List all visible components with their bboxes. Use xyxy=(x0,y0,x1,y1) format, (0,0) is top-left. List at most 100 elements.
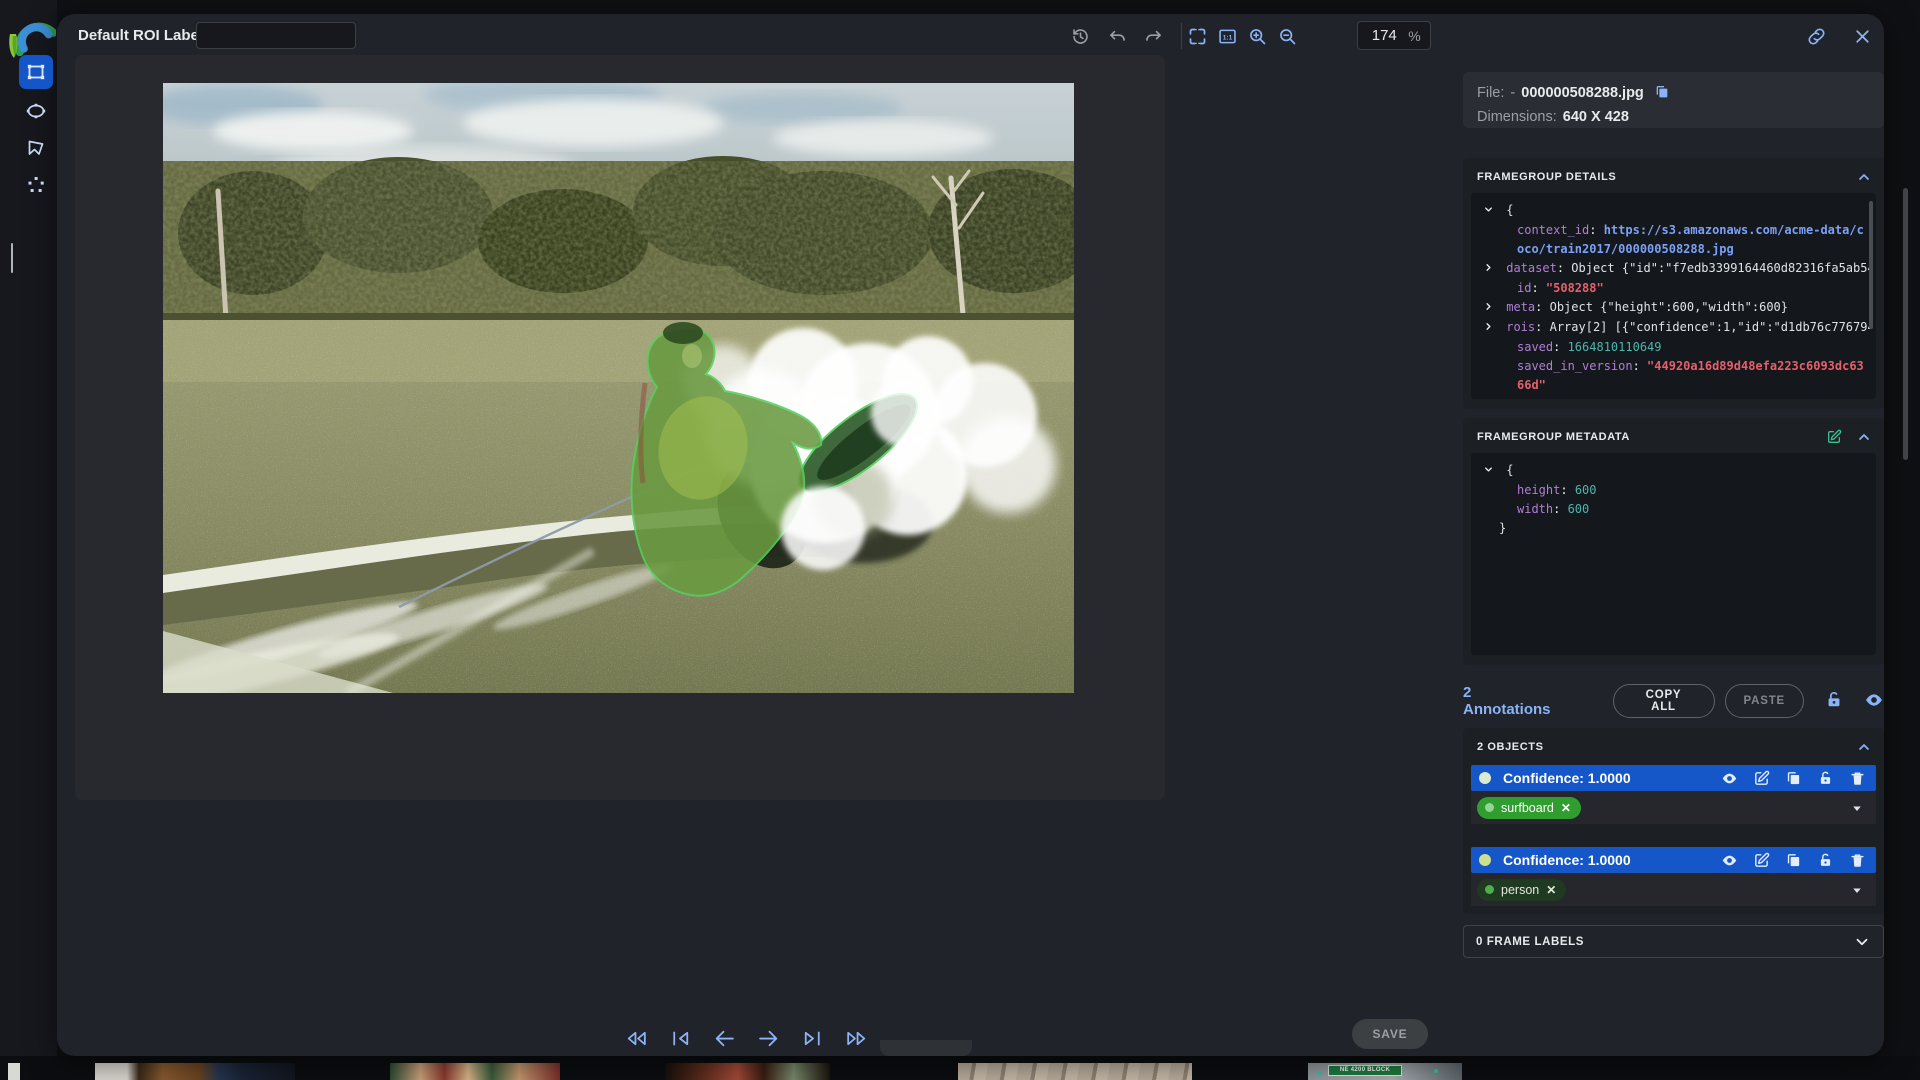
remove-tag-icon[interactable]: ✕ xyxy=(1546,884,1556,896)
first-frame-button[interactable] xyxy=(664,1022,696,1054)
dimensions-line: Dimensions: 640 X 428 xyxy=(1477,105,1870,129)
objects-header: 2 OBJECTS xyxy=(1477,741,1544,753)
annotations-toolbar: 2 Annotations COPY ALL PASTE xyxy=(1463,683,1884,719)
undo-icon[interactable] xyxy=(1104,23,1130,49)
object-visibility-icon[interactable] xyxy=(1721,852,1738,869)
frame-labels-header: 0 FRAME LABELS xyxy=(1476,935,1585,948)
close-icon[interactable] xyxy=(1849,23,1875,49)
framegroup-metadata-title: FRAMEGROUP METADATA xyxy=(1477,431,1630,443)
object-color-dot xyxy=(1479,854,1491,866)
expander-open-icon[interactable] xyxy=(1483,202,1499,221)
annotated-image[interactable] xyxy=(163,83,1074,693)
json-row: } xyxy=(1499,521,1507,535)
traffic-light-icon xyxy=(1318,1072,1322,1076)
thumbnail[interactable] xyxy=(8,1063,20,1080)
bottom-scroll-handle[interactable] xyxy=(880,1040,972,1056)
object-copy-icon[interactable] xyxy=(1785,852,1802,869)
thumbnail[interactable]: NE 4200 BLOCK xyxy=(1308,1063,1462,1080)
object-row[interactable]: Confidence: 1.0000 xyxy=(1471,765,1876,791)
expander-icon[interactable] xyxy=(1483,299,1499,318)
expander-open-icon[interactable] xyxy=(1483,462,1499,481)
collapse-objects-icon[interactable] xyxy=(1856,739,1872,755)
copy-all-button[interactable]: COPY ALL xyxy=(1612,684,1715,718)
tool-bounding-box[interactable] xyxy=(19,55,53,89)
json-row: width: 600 xyxy=(1517,502,1590,516)
tag-dropdown-icon[interactable] xyxy=(1848,881,1866,899)
tag-label: person xyxy=(1501,882,1540,897)
object-copy-icon[interactable] xyxy=(1785,770,1802,787)
tag-dropdown-icon[interactable] xyxy=(1848,799,1866,817)
application-window: NE 4200 BLOCK Default ROI Label(s): 1:1 … xyxy=(0,0,1920,1080)
thumbnail[interactable] xyxy=(390,1063,560,1080)
thumbnail[interactable] xyxy=(958,1063,1192,1080)
street-sign: NE 4200 BLOCK xyxy=(1328,1065,1402,1076)
expand-frame-labels-icon[interactable] xyxy=(1853,933,1871,951)
thumbnail[interactable] xyxy=(665,1063,830,1080)
object-tag-row: person ✕ xyxy=(1471,873,1876,906)
json-row: id: "508288" xyxy=(1517,281,1604,295)
tool-ellipse[interactable] xyxy=(19,94,53,128)
object-row[interactable]: Confidence: 1.0000 xyxy=(1471,847,1876,873)
visibility-all-icon[interactable] xyxy=(1864,690,1884,712)
link-icon[interactable] xyxy=(1803,23,1829,49)
save-button[interactable]: SAVE xyxy=(1352,1019,1428,1049)
next-frame-button[interactable] xyxy=(752,1022,784,1054)
tag-dot xyxy=(1485,803,1494,812)
traffic-light-icon xyxy=(1434,1069,1438,1073)
last-frame-button[interactable] xyxy=(796,1022,828,1054)
expander-icon[interactable] xyxy=(1483,260,1499,279)
zoom-percent-input[interactable] xyxy=(1367,27,1402,44)
object-visibility-icon[interactable] xyxy=(1721,770,1738,787)
default-roi-input[interactable] xyxy=(196,22,356,49)
json-row: dataset: Object {"id":"f7edb3399164460d8… xyxy=(1483,259,1870,279)
thumbnail[interactable] xyxy=(95,1063,295,1080)
object-edit-icon[interactable] xyxy=(1753,770,1770,787)
svg-text:1:1: 1:1 xyxy=(1222,34,1232,41)
rail-scroll-indicator xyxy=(11,243,13,273)
history-icon[interactable] xyxy=(1067,23,1093,49)
toolbar-divider xyxy=(1181,23,1182,49)
lock-all-icon[interactable] xyxy=(1824,690,1844,712)
object-tag-row: surfboard ✕ xyxy=(1471,791,1876,824)
file-name-line: File: - 000000508288.jpg xyxy=(1477,81,1870,105)
fast-rewind-button[interactable] xyxy=(620,1022,652,1054)
edit-metadata-icon[interactable] xyxy=(1826,429,1842,445)
fast-forward-button[interactable] xyxy=(840,1022,872,1054)
expander-icon[interactable] xyxy=(1483,319,1499,338)
frame-labels-bar[interactable]: 0 FRAME LABELS xyxy=(1463,925,1884,958)
framegroup-details-title: FRAMEGROUP DETAILS xyxy=(1477,171,1617,183)
object-delete-icon[interactable] xyxy=(1849,770,1866,787)
percent-sign: % xyxy=(1408,27,1421,44)
object-lock-icon[interactable] xyxy=(1817,852,1834,869)
json-scrollbar[interactable] xyxy=(1869,201,1873,329)
json-row: meta: Object {"height":600,"width":600} xyxy=(1483,298,1870,318)
object-confidence: Confidence: 1.0000 xyxy=(1503,852,1631,868)
zoom-percent-box: % xyxy=(1357,21,1431,50)
redo-icon[interactable] xyxy=(1140,23,1166,49)
fit-to-screen-icon[interactable] xyxy=(1184,23,1210,49)
object-edit-icon[interactable] xyxy=(1753,852,1770,869)
object-lock-icon[interactable] xyxy=(1817,770,1834,787)
annotations-count: 2 Annotations xyxy=(1463,684,1551,718)
metadata-json-viewer: { height: 600 width: 600 } xyxy=(1471,453,1876,655)
file-info-card: File: - 000000508288.jpg Dimensions: 640 … xyxy=(1463,72,1884,128)
framegroup-metadata-card: FRAMEGROUP METADATA { height: 600 width:… xyxy=(1463,418,1884,665)
copy-filename-icon[interactable] xyxy=(1654,84,1672,102)
page-scrollbar[interactable] xyxy=(1903,188,1908,460)
zoom-in-icon[interactable] xyxy=(1244,23,1270,49)
collapse-metadata-icon[interactable] xyxy=(1856,429,1872,445)
tool-keypoints[interactable] xyxy=(19,168,53,202)
previous-frame-button[interactable] xyxy=(708,1022,740,1054)
file-name: 000000508288.jpg xyxy=(1521,85,1644,101)
tag-pill-surfboard: surfboard ✕ xyxy=(1477,796,1581,819)
frame-navigation xyxy=(620,1022,880,1054)
remove-tag-icon[interactable]: ✕ xyxy=(1561,802,1571,814)
zoom-out-icon[interactable] xyxy=(1274,23,1300,49)
collapse-details-icon[interactable] xyxy=(1856,169,1872,185)
tool-polygon[interactable] xyxy=(19,131,53,165)
objects-card: 2 OBJECTS Confidence: 1.0000 surfboard ✕… xyxy=(1463,728,1884,914)
object-delete-icon[interactable] xyxy=(1849,852,1866,869)
actual-size-icon[interactable]: 1:1 xyxy=(1214,23,1240,49)
tag-dot xyxy=(1485,885,1494,894)
paste-button[interactable]: PASTE xyxy=(1724,684,1804,718)
